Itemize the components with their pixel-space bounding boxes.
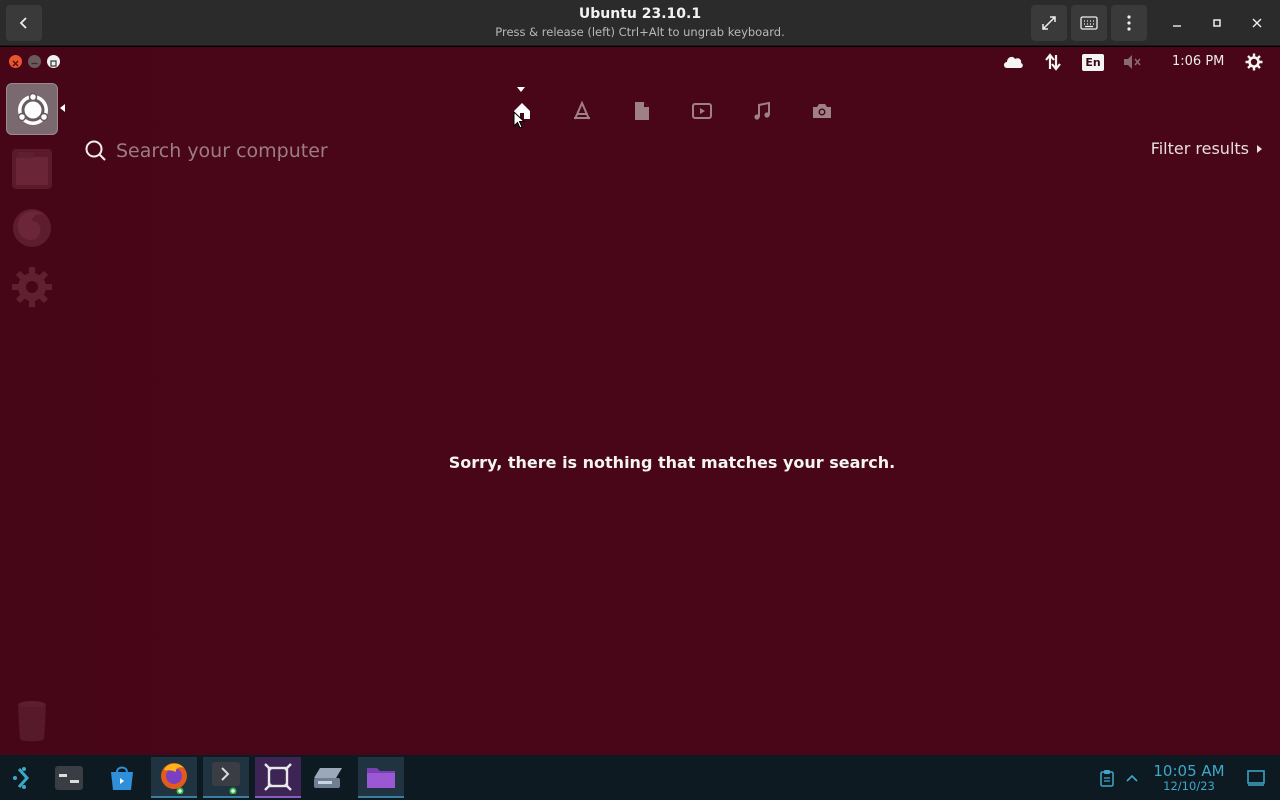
close-icon — [1252, 18, 1262, 28]
photo-icon — [813, 104, 831, 118]
search-input[interactable] — [116, 135, 816, 167]
minimize-button[interactable] — [1159, 5, 1195, 41]
chevron-up-icon — [1126, 774, 1138, 782]
show-desktop-icon — [1247, 769, 1265, 786]
launcher-settings[interactable] — [6, 261, 58, 313]
fullscreen-button[interactable] — [1031, 5, 1067, 41]
show-desktop-button[interactable] — [1236, 757, 1276, 798]
no-results-message: Sorry, there is nothing that matches you… — [448, 453, 896, 472]
lens-indicator-icon — [517, 87, 525, 92]
lens-files[interactable] — [630, 99, 654, 123]
search-icon — [85, 140, 106, 161]
network-indicator[interactable] — [1042, 51, 1064, 73]
launcher-firefox[interactable] — [6, 201, 58, 253]
panel-clock[interactable]: 1:06 PM — [1172, 54, 1224, 69]
cloud-icon — [1004, 56, 1023, 68]
folder-icon — [367, 767, 395, 788]
terminal-icon — [212, 761, 240, 794]
maximize-icon — [1213, 19, 1221, 27]
taskbar-firefox[interactable] — [151, 757, 197, 798]
launcher-files[interactable] — [6, 143, 58, 195]
volume-muted-icon — [1124, 55, 1141, 69]
keyboard-layout-label: En — [1082, 53, 1104, 71]
keyboard-button[interactable] — [1071, 5, 1107, 41]
taskbar-time: 10:05 AM — [1153, 762, 1225, 780]
taskbar-scanner[interactable] — [305, 757, 351, 798]
session-indicator[interactable] — [1243, 51, 1265, 73]
lens-video[interactable] — [690, 99, 714, 123]
keyboard-icon — [1080, 16, 1098, 30]
top-panel: En 1:06 PM — [0, 47, 1280, 75]
filter-results-label: Filter results — [1150, 139, 1249, 158]
dash-minimize-button[interactable] — [28, 55, 41, 68]
cloud-indicator[interactable] — [1001, 51, 1025, 73]
taskbar-discover[interactable] — [99, 757, 145, 798]
music-icon — [754, 101, 770, 120]
ubuntu-dash-icon — [17, 92, 49, 125]
vm-manager-icon — [264, 762, 292, 791]
minimize-icon — [1173, 25, 1181, 27]
guest-screen: En 1:06 PM Search your computer Filter r… — [0, 47, 1280, 755]
mouse-cursor-icon — [513, 111, 525, 129]
launcher — [0, 75, 65, 755]
video-icon — [692, 103, 712, 119]
dash-maximize-button[interactable] — [47, 55, 60, 68]
maximize-icon — [50, 60, 57, 67]
active-arrow-icon — [60, 104, 65, 112]
app-launcher-button[interactable] — [0, 757, 46, 798]
dash-close-button[interactable] — [9, 55, 22, 68]
keyboard-layout-indicator[interactable]: En — [1082, 51, 1104, 73]
maximize-button[interactable] — [1199, 5, 1235, 41]
settings-icon — [12, 267, 52, 307]
applications-icon — [574, 101, 590, 120]
lens-photos[interactable] — [810, 99, 834, 123]
caret-right-icon — [1257, 144, 1262, 153]
taskbar-folder[interactable] — [358, 757, 404, 798]
firefox-icon — [13, 209, 51, 247]
dash-search-row: Filter results — [84, 135, 1274, 167]
files-icon — [635, 102, 649, 120]
vm-titlebar: Ubuntu 23.10.1 Press & release (left) Ct… — [0, 0, 1280, 46]
taskbar-terminal[interactable] — [203, 757, 249, 798]
taskbar-date: 12/10/23 — [1163, 779, 1215, 793]
app-launcher-icon — [13, 766, 30, 789]
host-taskbar: 10:05 AM 12/10/23 — [0, 755, 1280, 800]
lens-applications[interactable] — [570, 99, 594, 123]
lens-music[interactable] — [750, 99, 774, 123]
system-settings-icon — [55, 765, 83, 790]
files-icon — [12, 149, 52, 189]
menu-button[interactable] — [1111, 5, 1147, 41]
sound-indicator[interactable] — [1121, 51, 1143, 73]
taskbar-vm-manager[interactable] — [255, 757, 301, 798]
launcher-trash[interactable] — [6, 695, 58, 747]
launcher-dash[interactable] — [6, 83, 58, 135]
kebab-menu-icon — [1127, 15, 1131, 31]
filter-results-button[interactable]: Filter results — [1151, 139, 1262, 158]
firefox-icon — [161, 762, 187, 794]
discover-store-icon — [111, 766, 133, 790]
minimize-icon — [31, 62, 38, 65]
close-button[interactable] — [1239, 5, 1275, 41]
gear-icon — [1245, 53, 1263, 71]
network-arrows-icon — [1045, 53, 1061, 71]
fullscreen-icon — [1042, 16, 1056, 30]
trash-icon — [18, 701, 46, 742]
taskbar-system-settings[interactable] — [46, 757, 92, 798]
taskbar-clock[interactable]: 10:05 AM 12/10/23 — [1146, 763, 1232, 793]
close-icon — [12, 60, 19, 67]
scanner-icon — [314, 767, 342, 788]
